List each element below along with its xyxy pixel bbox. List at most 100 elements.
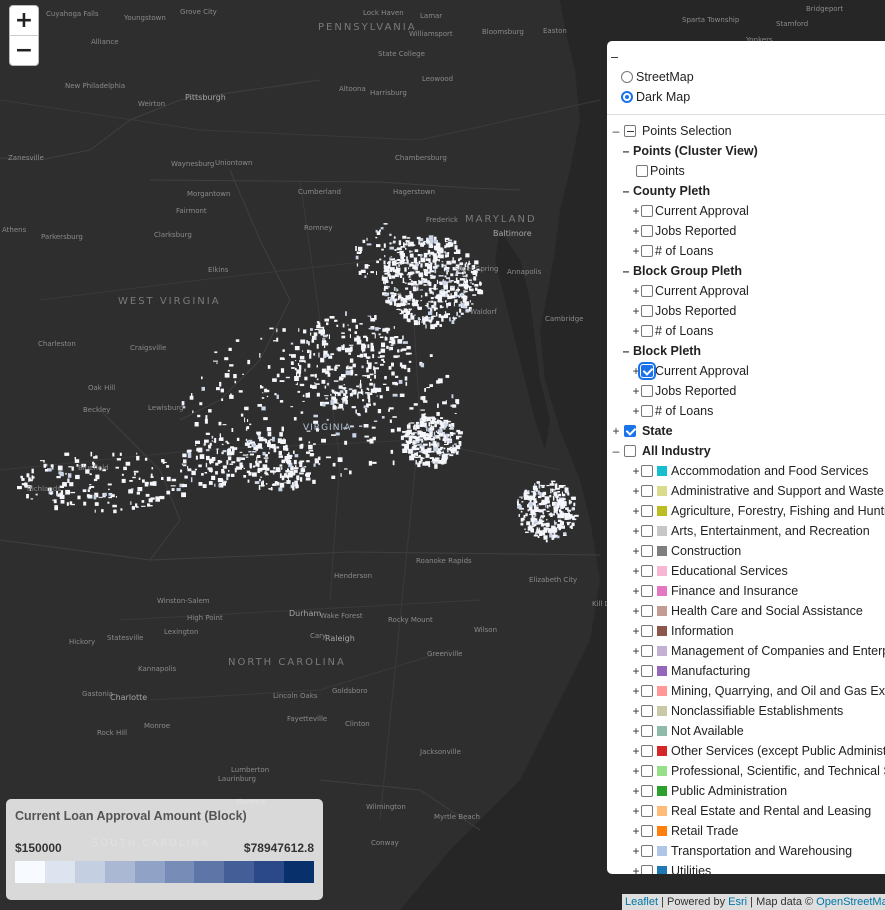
expand-toggle[interactable]: + — [631, 241, 641, 261]
leaflet-link[interactable]: Leaflet — [625, 896, 658, 908]
industry-checkbox[interactable] — [641, 825, 653, 837]
expand-toggle[interactable]: + — [631, 581, 641, 601]
base-layer-option[interactable]: StreetMap — [611, 67, 885, 87]
expand-toggle[interactable]: + — [631, 701, 641, 721]
overlay-layer-checkbox[interactable] — [641, 225, 653, 237]
expand-toggle[interactable]: + — [631, 661, 641, 681]
industry-checkbox[interactable] — [641, 805, 653, 817]
collapse-toggle[interactable]: – — [611, 441, 621, 461]
block-point — [229, 394, 234, 399]
expand-toggle[interactable]: + — [631, 301, 641, 321]
all-industry-label: All Industry — [641, 444, 711, 458]
industry-checkbox[interactable] — [641, 765, 653, 777]
expand-toggle[interactable]: + — [631, 321, 641, 341]
expand-toggle[interactable]: + — [631, 361, 641, 381]
block-point — [25, 485, 30, 488]
expand-toggle[interactable]: + — [631, 501, 641, 521]
industry-checkbox[interactable] — [641, 685, 653, 697]
industry-checkbox[interactable] — [641, 525, 653, 537]
block-point — [549, 532, 553, 538]
collapse-toggle[interactable]: – — [621, 341, 631, 361]
expand-toggle[interactable]: + — [631, 641, 641, 661]
block-point — [375, 229, 378, 233]
expand-toggle[interactable]: + — [631, 821, 641, 841]
industry-checkbox[interactable] — [641, 505, 653, 517]
expand-toggle[interactable]: + — [631, 201, 641, 221]
expand-toggle[interactable]: + — [631, 761, 641, 781]
osm-link[interactable]: OpenStreetMap — [816, 896, 885, 908]
expand-toggle[interactable]: + — [631, 521, 641, 541]
collapse-toggle[interactable]: – — [621, 261, 631, 281]
expand-toggle[interactable]: + — [631, 801, 641, 821]
industry-row: + Construction — [611, 541, 885, 561]
industry-checkbox[interactable] — [641, 845, 653, 857]
collapse-toggle[interactable]: – — [611, 121, 621, 141]
expand-toggle[interactable]: + — [631, 281, 641, 301]
legend-swatch — [164, 861, 195, 883]
base-layer-option[interactable]: Dark Map — [611, 87, 885, 107]
expand-toggle[interactable]: + — [631, 781, 641, 801]
expand-toggle[interactable]: + — [631, 541, 641, 561]
expand-toggle[interactable]: + — [631, 621, 641, 641]
industry-checkbox[interactable] — [641, 865, 653, 874]
expand-toggle[interactable]: + — [631, 461, 641, 481]
industry-checkbox[interactable] — [641, 565, 653, 577]
collapse-toggle[interactable]: – — [621, 141, 631, 161]
industry-checkbox[interactable] — [641, 785, 653, 797]
expand-toggle[interactable]: + — [631, 741, 641, 761]
block-point — [420, 363, 425, 368]
industry-checkbox[interactable] — [641, 625, 653, 637]
industry-checkbox[interactable] — [641, 465, 653, 477]
industry-checkbox[interactable] — [641, 705, 653, 717]
overlay-layer-checkbox[interactable] — [638, 362, 656, 380]
expand-toggle[interactable]: + — [631, 721, 641, 741]
industry-checkbox[interactable] — [641, 545, 653, 557]
industry-checkbox[interactable] — [641, 665, 653, 677]
esri-link[interactable]: Esri — [728, 896, 747, 908]
overlay-layer-checkbox[interactable] — [636, 165, 648, 177]
industry-checkbox[interactable] — [641, 485, 653, 497]
zoom-out-button[interactable]: − — [10, 36, 38, 65]
block-point — [293, 481, 296, 486]
overlay-layer-checkbox[interactable] — [641, 385, 653, 397]
industry-checkbox[interactable] — [641, 645, 653, 657]
overlay-layer-checkbox[interactable] — [641, 285, 653, 297]
expand-toggle[interactable]: + — [631, 221, 641, 241]
overlay-layer-checkbox[interactable] — [641, 245, 653, 257]
collapse-toggle[interactable]: – — [621, 181, 631, 201]
overlay-layer-checkbox[interactable] — [641, 305, 653, 317]
block-point — [429, 321, 432, 324]
base-layer-radio[interactable] — [621, 91, 633, 103]
expand-toggle[interactable]: + — [631, 481, 641, 501]
expand-toggle[interactable]: + — [631, 601, 641, 621]
base-layer-radio[interactable] — [621, 71, 633, 83]
all-industry-checkbox[interactable] — [624, 445, 637, 457]
block-point — [171, 478, 177, 482]
block-point — [310, 384, 313, 389]
expand-toggle[interactable]: + — [631, 861, 641, 874]
overlay-layer-checkbox[interactable] — [641, 405, 653, 417]
industry-checkbox[interactable] — [641, 585, 653, 597]
expand-toggle[interactable]: + — [631, 841, 641, 861]
block-point — [337, 457, 343, 462]
block-point — [432, 441, 437, 445]
block-point — [537, 535, 540, 538]
points-selection-checkbox[interactable] — [624, 125, 637, 137]
block-point — [418, 279, 420, 282]
state-layer-checkbox[interactable] — [624, 425, 637, 437]
expand-toggle[interactable]: + — [631, 561, 641, 581]
industry-checkbox[interactable] — [641, 725, 653, 737]
industry-checkbox[interactable] — [641, 605, 653, 617]
expand-toggle[interactable]: + — [631, 381, 641, 401]
expand-toggle[interactable]: + — [611, 421, 621, 441]
block-point — [546, 510, 550, 512]
block-point — [519, 496, 523, 498]
expand-toggle[interactable]: + — [631, 401, 641, 421]
block-point — [317, 456, 321, 461]
industry-checkbox[interactable] — [641, 745, 653, 757]
layer-panel-collapse[interactable]: – — [611, 47, 885, 67]
zoom-in-button[interactable]: + — [10, 6, 38, 36]
overlay-layer-checkbox[interactable] — [641, 205, 653, 217]
expand-toggle[interactable]: + — [631, 681, 641, 701]
overlay-layer-checkbox[interactable] — [641, 325, 653, 337]
